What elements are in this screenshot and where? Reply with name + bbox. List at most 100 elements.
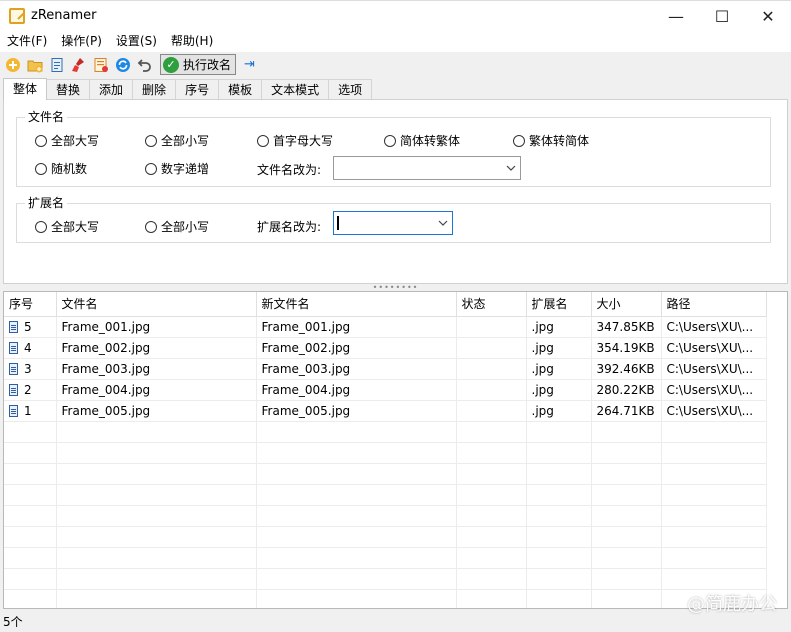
column-header-index[interactable]: 序号 [4, 292, 57, 317]
pin-icon[interactable]: ⇥ [244, 57, 255, 72]
radio-traditional-to-simplified[interactable]: 繁体转简体 [513, 132, 589, 149]
menu-help[interactable]: 帮助(H) [164, 30, 220, 52]
undo-icon[interactable] [136, 56, 154, 74]
menu-settings[interactable]: 设置(S) [109, 30, 164, 52]
rename-list-icon[interactable] [92, 56, 110, 74]
cell-size: 280.22KB [591, 379, 662, 401]
file-count: 5个 [3, 614, 23, 629]
column-header-size[interactable]: 大小 [591, 292, 662, 317]
radio-label: 全部小写 [161, 134, 210, 148]
add-folder-icon[interactable] [26, 56, 44, 74]
filename-group-label: 文件名 [25, 110, 68, 124]
refresh-icon[interactable] [114, 56, 132, 74]
tab-add[interactable]: 添加 [89, 79, 134, 100]
empty-row [4, 547, 767, 569]
radio-simplified-to-traditional[interactable]: 简体转繁体 [384, 132, 460, 149]
maximize-button[interactable]: ☐ [699, 1, 745, 31]
radio-circle [384, 134, 396, 147]
radio-circle [35, 134, 47, 147]
filename-rename-label: 文件名改为: [257, 163, 322, 177]
minimize-button[interactable]: — [653, 1, 699, 31]
column-header-path[interactable]: 路径 [661, 292, 767, 317]
filename-rename-combobox[interactable] [333, 156, 521, 180]
radio-random-number[interactable]: 随机数 [35, 160, 87, 177]
execute-rename-label: 执行改名 [183, 58, 232, 72]
tab-sequence[interactable]: 序号 [175, 79, 220, 100]
add-file-icon[interactable] [4, 56, 22, 74]
clear-icon[interactable] [70, 56, 88, 74]
radio-label: 首字母大写 [273, 134, 334, 148]
menu-file[interactable]: 文件(F) [0, 30, 54, 52]
tab-overall[interactable]: 整体 [3, 78, 48, 100]
radio-circle [257, 134, 269, 147]
column-header-filename[interactable]: 文件名 [56, 292, 257, 317]
radio-number-increment[interactable]: 数字递增 [145, 160, 209, 177]
radio-circle [145, 162, 157, 175]
close-button[interactable]: ✕ [745, 1, 791, 31]
empty-row [4, 505, 767, 527]
menu-operation[interactable]: 操作(P) [54, 30, 109, 52]
cell-extension: .jpg [526, 316, 592, 338]
cell-index: 1 [4, 400, 57, 422]
tab-replace[interactable]: 替换 [46, 79, 91, 100]
radio-extension-uppercase[interactable]: 全部大写 [35, 218, 99, 235]
cell-new-filename: Frame_003.jpg [256, 358, 457, 380]
watermark: @简鹿办公 [687, 594, 777, 615]
cell-filename: Frame_003.jpg [56, 358, 257, 380]
cell-new-filename: Frame_004.jpg [256, 379, 457, 401]
cell-index: 3 [4, 358, 57, 380]
radio-filename-capitalize[interactable]: 首字母大写 [257, 132, 333, 149]
option-tabs: 整体 替换 添加 删除 序号 模板 文本模式 选项 [3, 78, 373, 100]
radio-extension-lowercase[interactable]: 全部小写 [145, 218, 209, 235]
cell-index: 2 [4, 379, 57, 401]
execute-rename-button[interactable]: ✓ 执行改名 [160, 54, 237, 75]
cell-size: 354.19KB [591, 337, 662, 359]
extension-group-label: 扩展名 [25, 196, 68, 210]
radio-filename-lowercase[interactable]: 全部小写 [145, 132, 209, 149]
table-row[interactable]: 5 Frame_001.jpg Frame_001.jpg .jpg 347.8… [4, 316, 767, 338]
cell-path: C:\Users\XU\... [661, 379, 767, 401]
title-bar: zRenamer — ☐ ✕ [0, 0, 791, 30]
file-list: 序号 文件名 新文件名 状态 扩展名 大小 路径 5 Frame_001.jpg… [3, 291, 788, 609]
column-header-new-filename[interactable]: 新文件名 [256, 292, 457, 317]
cell-new-filename: Frame_001.jpg [256, 316, 457, 338]
cell-size: 392.46KB [591, 358, 662, 380]
radio-circle [145, 134, 157, 147]
tab-template[interactable]: 模板 [218, 79, 263, 100]
radio-filename-uppercase[interactable]: 全部大写 [35, 132, 99, 149]
radio-label: 全部大写 [51, 134, 100, 148]
toolbar: ✓ 执行改名 ⇥ [0, 52, 791, 77]
radio-circle [513, 134, 525, 147]
table-row[interactable]: 1 Frame_005.jpg Frame_005.jpg .jpg 264.7… [4, 400, 767, 422]
tab-delete[interactable]: 删除 [132, 79, 177, 100]
empty-row [4, 484, 767, 506]
index-text: 1 [24, 403, 32, 418]
table-row[interactable]: 3 Frame_003.jpg Frame_003.jpg .jpg 392.4… [4, 358, 767, 380]
chevron-down-icon[interactable] [434, 220, 452, 226]
overall-panel: 文件名 全部大写 全部小写 首字母大写 简体转繁体 繁体转简体 随机数 数字递增… [3, 99, 788, 284]
status-bar: 5个 [0, 610, 791, 632]
column-header-status[interactable]: 状态 [456, 292, 527, 317]
table-row[interactable]: 4 Frame_002.jpg Frame_002.jpg .jpg 354.1… [4, 337, 767, 359]
window-controls: — ☐ ✕ [653, 1, 791, 31]
chevron-down-icon[interactable] [502, 165, 520, 171]
column-header-extension[interactable]: 扩展名 [526, 292, 592, 317]
cell-index: 5 [4, 316, 57, 338]
file-table: 序号 文件名 新文件名 状态 扩展名 大小 路径 5 Frame_001.jpg… [4, 292, 767, 608]
file-icon [9, 362, 18, 375]
cell-path: C:\Users\XU\... [661, 316, 767, 338]
cell-filename: Frame_002.jpg [56, 337, 257, 359]
radio-label: 繁体转简体 [529, 134, 590, 148]
empty-row [4, 421, 767, 443]
extension-rename-combobox[interactable] [333, 211, 453, 235]
cell-path: C:\Users\XU\... [661, 358, 767, 380]
radio-label: 数字递增 [161, 162, 210, 176]
copy-icon[interactable] [48, 56, 66, 74]
cell-status [456, 379, 527, 401]
tab-options[interactable]: 选项 [328, 79, 373, 100]
cell-size: 347.85KB [591, 316, 662, 338]
cell-path: C:\Users\XU\... [661, 337, 767, 359]
window-title: zRenamer [31, 8, 97, 23]
table-row[interactable]: 2 Frame_004.jpg Frame_004.jpg .jpg 280.2… [4, 379, 767, 401]
tab-text-mode[interactable]: 文本模式 [261, 79, 330, 100]
